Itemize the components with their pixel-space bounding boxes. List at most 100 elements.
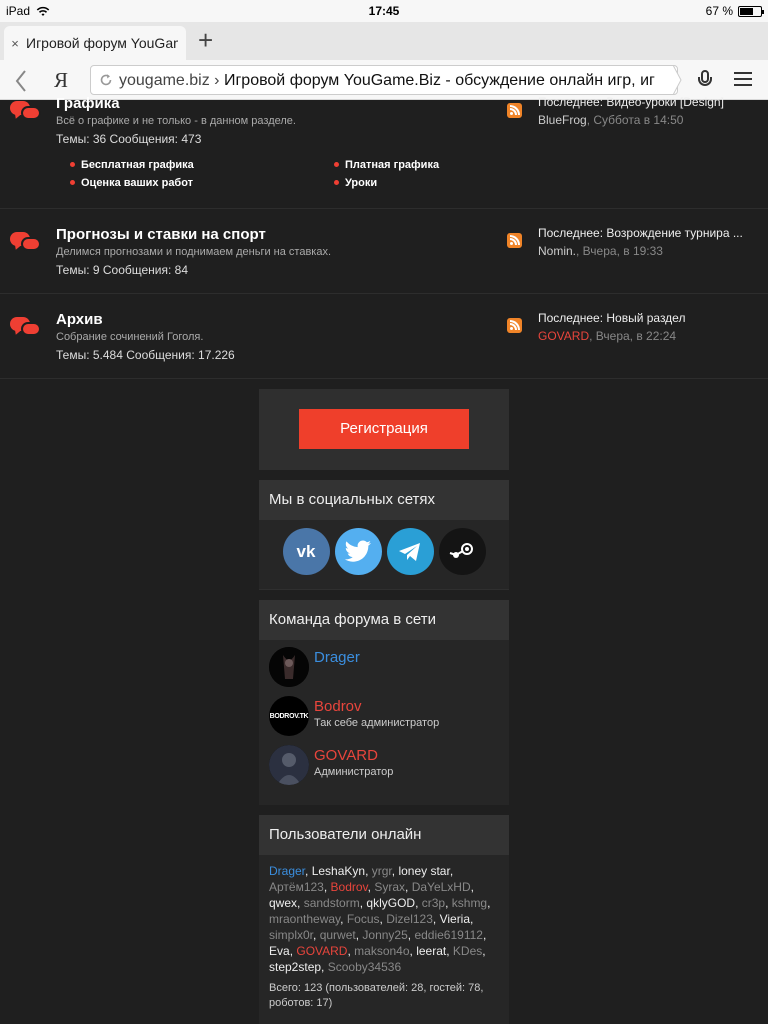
subforum-link[interactable]: Платная графика (334, 159, 439, 171)
list-separator: , (446, 944, 453, 958)
forum-stats: Темы: 5.484 Сообщения: 17.226 (56, 348, 235, 362)
online-user-link[interactable]: Eva (269, 944, 290, 958)
last-post-meta: GOVARD, Вчера, в 22:24 (538, 329, 676, 343)
list-separator: , (365, 864, 372, 878)
forum-title[interactable]: Архив (56, 311, 103, 328)
online-user-link[interactable]: KDes (453, 944, 482, 958)
block-title: Мы в социальных сетях (259, 480, 509, 520)
list-separator: , (415, 896, 422, 910)
member-name[interactable]: Bodrov (314, 698, 362, 715)
url-field[interactable]: yougame.biz › Игровой форум YouGame.Biz … (90, 65, 678, 95)
list-separator: , (449, 864, 454, 878)
register-button[interactable]: Регистрация (299, 409, 469, 449)
clock: 17:45 (368, 4, 400, 18)
forum-stats: Темы: 9 Сообщения: 84 (56, 263, 189, 277)
member-role: Администратор (314, 766, 394, 778)
forum-row-archive[interactable]: Архив Собрание сочинений Гоголя. Темы: 5… (0, 295, 768, 379)
subforum-link[interactable]: Оценка ваших работ (70, 177, 193, 189)
online-user-link[interactable]: qwex (269, 896, 297, 910)
team-member[interactable]: BODROV.TK Bodrov Так себе администратор (269, 696, 499, 736)
last-post-author[interactable]: GOVARD (538, 329, 589, 343)
online-user-link[interactable]: GOVARD (296, 944, 347, 958)
last-post-author[interactable]: BlueFrog (538, 113, 587, 127)
forum-row-betting[interactable]: Прогнозы и ставки на спорт Делимся прогн… (0, 210, 768, 294)
back-arrow-icon[interactable] (14, 69, 28, 93)
chat-bubbles-icon (10, 315, 42, 339)
close-tab-icon[interactable]: × (4, 36, 26, 51)
online-user-link[interactable]: Vieria (440, 912, 470, 926)
online-user-link[interactable]: eddie619112 (414, 928, 483, 942)
list-separator: , (323, 880, 331, 894)
forum-description: Делимся прогнозами и поднимаем деньги на… (56, 246, 332, 258)
subforum-link[interactable]: Уроки (334, 177, 377, 189)
url-separator: › (214, 72, 220, 89)
forum-title[interactable]: Прогнозы и ставки на спорт (56, 226, 266, 243)
online-user-link[interactable]: leerat (416, 944, 446, 958)
avatar[interactable] (269, 745, 309, 785)
online-user-link[interactable]: Scooby34536 (328, 960, 401, 974)
online-user-link[interactable]: Syrax (374, 880, 405, 894)
online-user-link[interactable]: qurwet (320, 928, 356, 942)
list-separator: , (340, 912, 347, 926)
online-user-link[interactable]: kshmg (452, 896, 487, 910)
telegram-icon[interactable] (386, 528, 434, 575)
list-separator: , (297, 896, 304, 910)
vk-icon[interactable]: vk (282, 528, 330, 575)
online-user-link[interactable]: LeshaKyn (312, 864, 365, 878)
avatar[interactable] (269, 647, 309, 687)
forum-title[interactable]: Графика (56, 95, 120, 112)
steam-icon[interactable] (438, 528, 486, 575)
list-separator: , (482, 944, 486, 958)
avatar[interactable]: BODROV.TK (269, 696, 309, 736)
twitter-icon[interactable] (334, 528, 382, 575)
forum-row-graphics[interactable]: Графика Всё о графике и не только - в да… (0, 95, 768, 209)
online-user-link[interactable]: DaYeLxHD (412, 880, 471, 894)
team-member[interactable]: GOVARD Администратор (269, 745, 499, 785)
list-separator: , (432, 912, 440, 926)
register-block: Регистрация (259, 389, 509, 470)
last-post-author[interactable]: Nomin. (538, 244, 576, 258)
list-separator: , (305, 864, 312, 878)
online-user-link[interactable]: sandstorm (304, 896, 360, 910)
chat-bubbles-icon (10, 99, 42, 123)
rss-icon[interactable] (507, 233, 522, 248)
yandex-logo[interactable]: Я (54, 68, 68, 93)
forum-stats: Темы: 36 Сообщения: 473 (56, 132, 202, 146)
online-user-link[interactable]: yrgr (372, 864, 392, 878)
browser-tab[interactable]: × Игровой форум YouGame.Biz (4, 26, 186, 60)
online-user-link[interactable]: Drager (269, 864, 305, 878)
online-user-link[interactable]: Jonny25 (362, 928, 407, 942)
new-tab-button[interactable]: + (198, 26, 213, 54)
reload-icon[interactable] (99, 73, 113, 87)
list-separator: , (470, 880, 474, 894)
last-post-title[interactable]: Последнее: Видео-уроки [Design] (538, 95, 760, 109)
online-user-link[interactable]: makson4o (354, 944, 409, 958)
list-separator: , (321, 960, 328, 974)
hamburger-menu-icon[interactable] (734, 72, 752, 90)
online-user-link[interactable]: Bodrov (331, 880, 368, 894)
list-separator: , (405, 880, 412, 894)
microphone-icon[interactable] (698, 70, 712, 90)
member-role: Так себе администратор (314, 717, 440, 729)
team-member[interactable]: Drager (269, 647, 499, 687)
list-separator: , (470, 912, 474, 926)
url-domain: yougame.biz (119, 72, 210, 89)
online-user-link[interactable]: Dizel123 (386, 912, 433, 926)
member-name[interactable]: Drager (314, 649, 360, 666)
online-user-link[interactable]: step2step (269, 960, 321, 974)
rss-icon[interactable] (507, 103, 522, 118)
online-user-link[interactable]: Артём123 (269, 880, 324, 894)
member-name[interactable]: GOVARD (314, 747, 378, 764)
online-user-link[interactable]: qklyGOD (366, 896, 415, 910)
online-user-link[interactable]: cr3p (422, 896, 445, 910)
last-post-title[interactable]: Последнее: Новый раздел (538, 311, 760, 325)
last-post-title[interactable]: Последнее: Возрождение турнира ... (538, 226, 760, 240)
online-user-link[interactable]: mraontheway (269, 912, 340, 926)
subforum-link[interactable]: Бесплатная графика (70, 159, 194, 171)
online-total: Всего: 123 (пользователей: 28, гостей: 7… (269, 982, 484, 1009)
tab-bar: × Игровой форум YouGame.Biz (0, 22, 768, 60)
online-user-link[interactable]: loney star (398, 864, 449, 878)
online-user-link[interactable]: Focus (347, 912, 380, 926)
online-user-link[interactable]: simplx0r (269, 928, 313, 942)
rss-icon[interactable] (507, 318, 522, 333)
